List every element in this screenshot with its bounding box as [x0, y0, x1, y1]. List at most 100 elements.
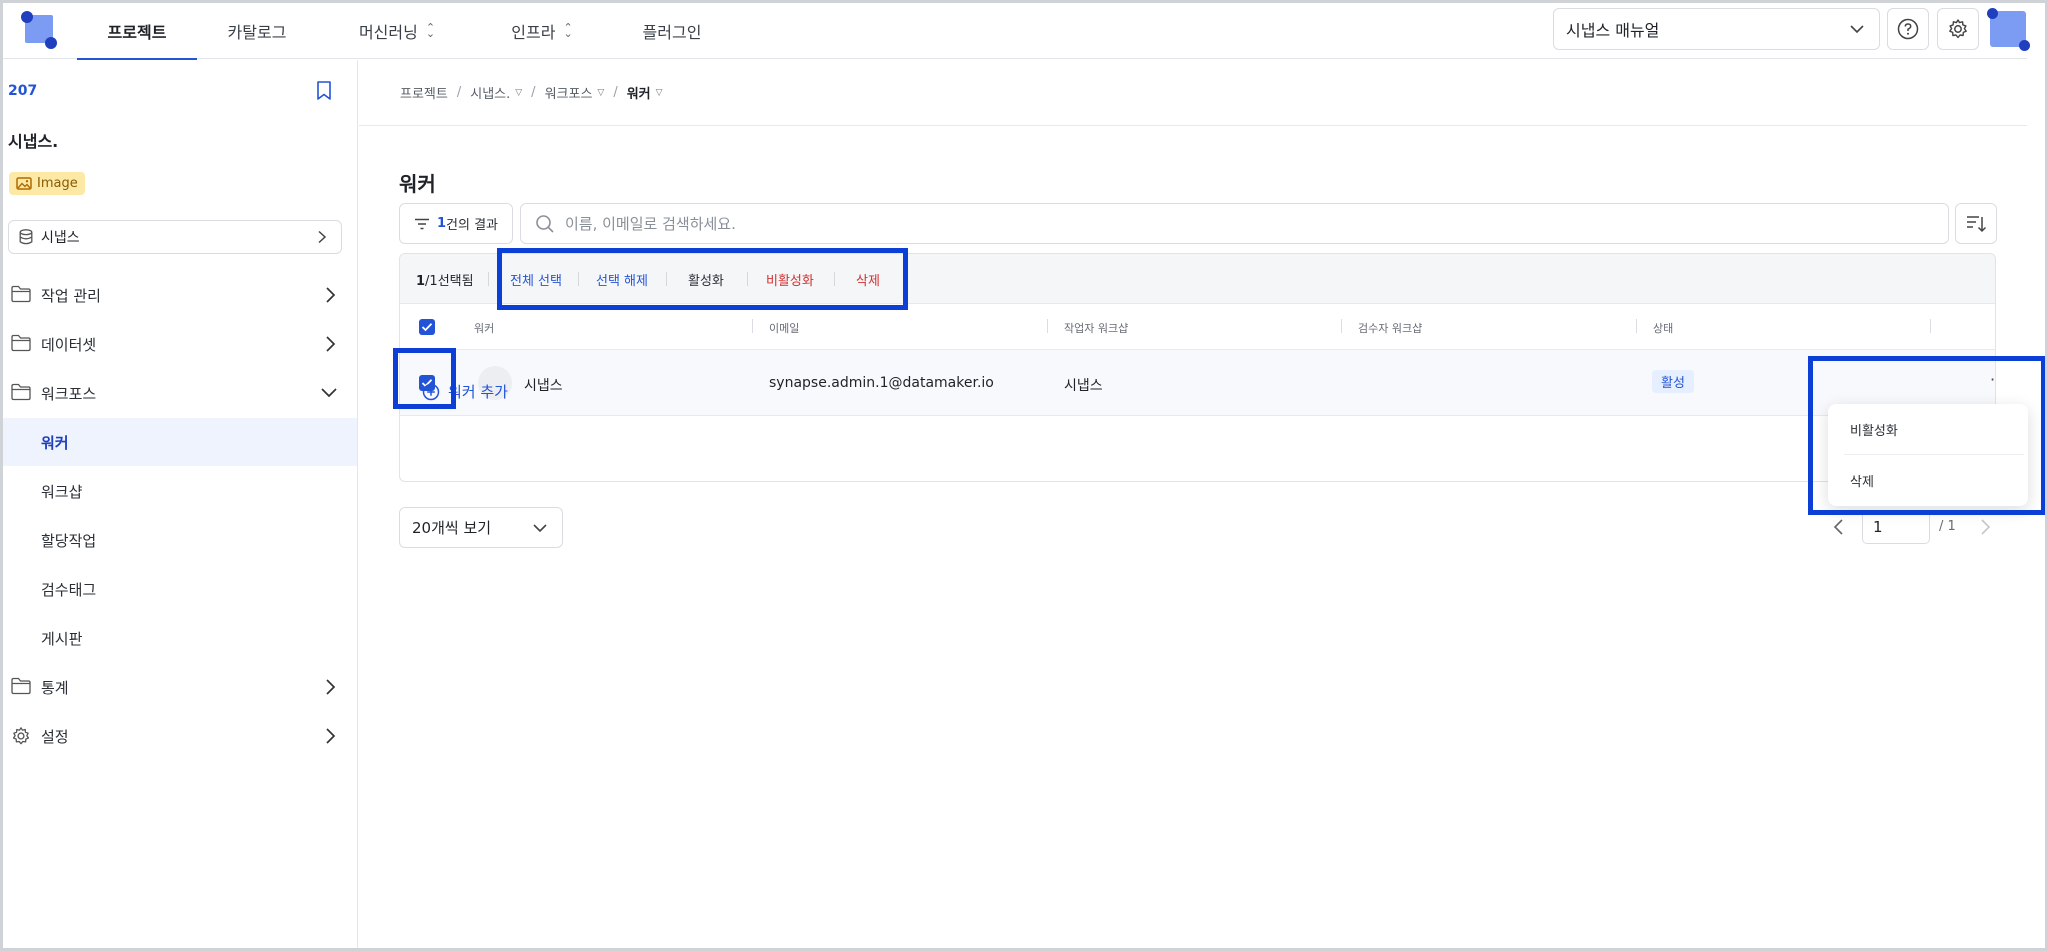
column-header-status[interactable]: 상태	[1653, 320, 1673, 336]
total-pages: / 1	[1939, 519, 1956, 534]
nav-tab-label: 카탈로그	[227, 23, 287, 42]
chevron-left-icon[interactable]	[1832, 518, 1846, 536]
top-navigation-bar: 프로젝트 카탈로그 머신러닝 ⌃ ⌄ 인프라 ⌃ ⌄ 플러그인 시냅스 매뉴얼	[3, 3, 2030, 60]
page-size-select[interactable]: 20개씩 보기	[399, 507, 563, 548]
settings-button[interactable]	[1937, 8, 1979, 50]
breadcrumb-separator: /	[531, 85, 536, 100]
nav-tab-label: 인프라	[511, 23, 556, 42]
page-input[interactable]: 1	[1862, 510, 1930, 544]
table-row[interactable]: 시냅스 synapse.admin.1@datamaker.io 시냅스 활성 …	[400, 350, 1995, 416]
sidebar-item-label: 워크포스	[41, 384, 97, 403]
user-avatar[interactable]	[1987, 8, 2030, 51]
more-options-icon[interactable]: ···	[1990, 370, 1995, 389]
nav-tab-machine-learning[interactable]: 머신러닝 ⌃ ⌄	[317, 3, 477, 59]
nav-tab-label: 프로젝트	[107, 23, 167, 42]
chevron-down-icon[interactable]: ▽	[656, 88, 663, 98]
sort-button[interactable]	[1955, 203, 1997, 244]
chevron-right-icon	[326, 336, 336, 352]
breadcrumb-item[interactable]: 시냅스.	[470, 83, 510, 102]
divider	[834, 272, 835, 286]
image-icon	[16, 177, 32, 190]
chevron-right-icon	[326, 728, 336, 744]
sidebar-item-workforce[interactable]: 워크포스	[3, 369, 357, 417]
project-name: 시냅스.	[8, 132, 59, 151]
breadcrumb-item[interactable]: 워커	[627, 83, 651, 102]
sidebar-item-datasets[interactable]: 데이터셋	[3, 320, 357, 368]
worker-email: synapse.admin.1@datamaker.io	[769, 375, 994, 391]
select-all-button[interactable]: 전체 선택	[510, 270, 562, 289]
add-worker-button[interactable]: 워커 추가	[422, 381, 508, 402]
add-worker-label: 워커 추가	[448, 383, 508, 401]
select-all-checkbox[interactable]	[419, 319, 435, 335]
divider	[747, 272, 748, 286]
search-box[interactable]	[520, 203, 1949, 244]
divider	[359, 125, 2027, 126]
column-header-email[interactable]: 이메일	[769, 320, 799, 336]
column-divider	[752, 319, 753, 333]
folder-icon	[11, 285, 31, 303]
deactivate-button[interactable]: 비활성화	[766, 270, 814, 289]
selection-label: 선택됨	[437, 274, 474, 289]
nav-tab-plugins[interactable]: 플러그인	[607, 3, 737, 59]
filter-button[interactable]: 1 건의 결과	[399, 203, 513, 244]
sidebar-item-label: 작업 관리	[41, 286, 101, 305]
chevron-right-icon	[326, 679, 336, 695]
page-size-value: 20개씩 보기	[412, 519, 492, 537]
sidebar-item-label: 설정	[41, 727, 69, 746]
menu-item-deactivate[interactable]: 비활성화	[1828, 404, 2028, 454]
plus-circle-icon	[422, 383, 440, 400]
sidebar-item-label: 워커	[41, 433, 69, 452]
sidebar-item-settings[interactable]: 설정	[3, 712, 357, 760]
folder-icon	[11, 334, 31, 352]
nav-tab-projects[interactable]: 프로젝트	[77, 3, 197, 60]
breadcrumb-item[interactable]: 워크포스	[545, 83, 593, 102]
sidebar-item-stats[interactable]: 통계	[3, 663, 357, 711]
sidebar-item-label: 게시판	[41, 629, 83, 648]
app-logo[interactable]	[21, 11, 57, 49]
help-button[interactable]	[1887, 8, 1929, 50]
sidebar-item-jobs[interactable]: 작업 관리	[3, 271, 357, 319]
column-header-reviewer-workshop[interactable]: 검수자 워크샵	[1358, 320, 1422, 336]
checkmark-icon	[421, 323, 433, 332]
sidebar-item-workers[interactable]: 워커	[3, 418, 357, 466]
delete-button[interactable]: 삭제	[856, 270, 880, 289]
dataset-selector[interactable]: 시냅스	[8, 220, 342, 254]
data-type-badge: Image	[9, 172, 85, 195]
nav-tab-label: 플러그인	[642, 23, 702, 42]
sidebar-item-label: 통계	[41, 678, 69, 697]
sort-chevron-icon: ⌃ ⌄	[563, 21, 573, 40]
activate-button[interactable]: 활성화	[688, 270, 724, 289]
deselect-button[interactable]: 선택 해제	[596, 270, 648, 289]
divider	[666, 272, 667, 286]
chevron-down-icon[interactable]: ▽	[597, 88, 604, 98]
column-header-worker[interactable]: 워커	[474, 320, 494, 336]
total-count: /1	[425, 274, 438, 289]
sidebar-item-review-tags[interactable]: 검수태그	[3, 565, 357, 613]
sidebar-item-workshops[interactable]: 워크샵	[3, 467, 357, 515]
chevron-right-icon[interactable]	[1978, 518, 1992, 536]
gear-icon	[12, 727, 30, 745]
result-count-label: 건의 결과	[446, 218, 499, 233]
sidebar-item-assignments[interactable]: 할당작업	[3, 516, 357, 564]
manual-select[interactable]: 시냅스 매뉴얼	[1553, 8, 1880, 50]
bulk-action-bar: 1/1선택됨 전체 선택 선택 해제 활성화 비활성화 삭제	[400, 254, 1995, 304]
table-header: 워커 이메일 작업자 워크샵 검수자 워크샵 상태	[400, 304, 1995, 350]
chevron-down-icon[interactable]: ▽	[515, 88, 522, 98]
breadcrumb-separator: /	[613, 85, 618, 100]
chevron-down-icon	[533, 524, 547, 533]
nav-tab-label: 머신러닝	[358, 23, 418, 42]
search-input[interactable]	[565, 214, 1865, 233]
chevron-right-icon	[326, 287, 336, 303]
nav-tab-catalog[interactable]: 카탈로그	[197, 3, 317, 59]
sort-chevron-icon: ⌃ ⌄	[425, 21, 436, 40]
column-header-worker-workshop[interactable]: 작업자 워크샵	[1064, 320, 1128, 336]
worker-name: 시냅스	[524, 378, 563, 394]
menu-item-delete[interactable]: 삭제	[1828, 455, 2028, 505]
breadcrumb-item[interactable]: 프로젝트	[400, 83, 448, 102]
menu-item-label: 비활성화	[1850, 423, 1898, 439]
breadcrumb-separator: /	[456, 85, 462, 100]
bookmark-icon[interactable]	[315, 80, 333, 102]
nav-tab-infra[interactable]: 인프라 ⌃ ⌄	[477, 3, 607, 59]
sidebar-item-board[interactable]: 게시판	[3, 614, 357, 662]
sidebar-item-label: 데이터셋	[41, 335, 97, 354]
